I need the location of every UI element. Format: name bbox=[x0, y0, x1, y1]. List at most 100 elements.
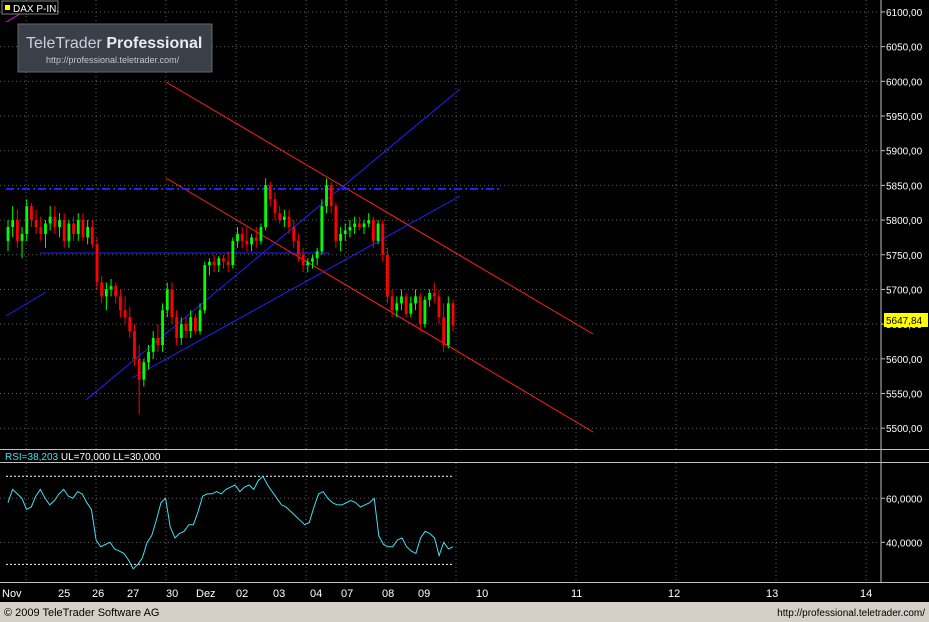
candle-body[interactable] bbox=[254, 237, 258, 241]
candle-body[interactable] bbox=[156, 338, 160, 345]
candle-body[interactable] bbox=[292, 227, 296, 241]
candle-body[interactable] bbox=[137, 358, 141, 380]
candle-body[interactable] bbox=[11, 220, 15, 227]
candle-body[interactable] bbox=[414, 296, 417, 304]
candle-body[interactable] bbox=[325, 185, 328, 207]
candle-body[interactable] bbox=[278, 213, 282, 221]
candle-body[interactable] bbox=[48, 216, 52, 224]
candle-body[interactable] bbox=[381, 223, 385, 255]
candle-body[interactable] bbox=[357, 223, 361, 227]
candle-body[interactable] bbox=[184, 324, 188, 332]
candle-body[interactable] bbox=[147, 351, 150, 363]
candle-body[interactable] bbox=[315, 251, 319, 259]
candle-body[interactable] bbox=[86, 227, 90, 238]
candle-body[interactable] bbox=[334, 206, 338, 241]
candle-body[interactable] bbox=[404, 296, 408, 314]
candle-body[interactable] bbox=[208, 261, 211, 266]
candle-body[interactable] bbox=[72, 223, 75, 234]
candle-body[interactable] bbox=[6, 227, 10, 241]
candle-body[interactable] bbox=[437, 296, 441, 318]
candle-body[interactable] bbox=[58, 220, 61, 227]
candle-body[interactable] bbox=[231, 240, 235, 266]
candle-body[interactable] bbox=[67, 223, 71, 241]
candle-body[interactable] bbox=[362, 223, 366, 227]
candle-body[interactable] bbox=[151, 338, 155, 352]
candle-body[interactable] bbox=[95, 244, 99, 283]
candle-body[interactable] bbox=[240, 233, 244, 241]
candle-body[interactable] bbox=[250, 237, 253, 245]
candle-body[interactable] bbox=[25, 206, 29, 234]
rsi-value-label: RSI=38,203 bbox=[5, 452, 59, 463]
candle-body[interactable] bbox=[142, 362, 146, 380]
candle-body[interactable] bbox=[395, 303, 399, 311]
candle-body[interactable] bbox=[348, 227, 352, 231]
candle-body[interactable] bbox=[217, 258, 221, 266]
candle-body[interactable] bbox=[198, 310, 202, 332]
candle-body[interactable] bbox=[212, 261, 216, 266]
candle-body[interactable] bbox=[245, 240, 249, 245]
candle-body[interactable] bbox=[400, 296, 403, 304]
candle-body[interactable] bbox=[175, 317, 179, 338]
candle-body[interactable] bbox=[390, 296, 394, 311]
candle-body[interactable] bbox=[282, 216, 286, 221]
candle-body[interactable] bbox=[226, 261, 230, 266]
candle-body[interactable] bbox=[161, 310, 164, 345]
candle-body[interactable] bbox=[320, 206, 324, 252]
candle-body[interactable] bbox=[287, 216, 291, 227]
candle-body[interactable] bbox=[81, 220, 85, 238]
candle-body[interactable] bbox=[343, 230, 347, 234]
candle-body[interactable] bbox=[165, 289, 169, 311]
y-tick-label: 5700,00 bbox=[886, 285, 923, 296]
candle-body[interactable] bbox=[53, 216, 57, 227]
candle-body[interactable] bbox=[34, 220, 38, 227]
candle-body[interactable] bbox=[133, 331, 136, 359]
candle-body[interactable] bbox=[123, 310, 127, 318]
candle-body[interactable] bbox=[428, 292, 431, 300]
candle-body[interactable] bbox=[301, 254, 305, 266]
candle-body[interactable] bbox=[353, 223, 357, 227]
watermark-title-part2: Professional bbox=[106, 35, 202, 52]
candle-body[interactable] bbox=[20, 233, 24, 241]
candle-body[interactable] bbox=[39, 227, 43, 234]
candle-body[interactable] bbox=[90, 227, 94, 245]
footer-url[interactable]: http://professional.teletrader.com/ bbox=[777, 608, 925, 619]
candle-body[interactable] bbox=[371, 220, 375, 241]
candle-body[interactable] bbox=[222, 258, 225, 262]
candle-body[interactable] bbox=[114, 285, 118, 297]
candle-body[interactable] bbox=[109, 285, 113, 290]
candle-body[interactable] bbox=[418, 296, 422, 325]
candle-body[interactable] bbox=[446, 303, 450, 345]
candle-body[interactable] bbox=[128, 317, 132, 332]
candle-body[interactable] bbox=[339, 233, 342, 241]
candle-body[interactable] bbox=[189, 317, 193, 332]
candle-body[interactable] bbox=[451, 303, 455, 326]
candle-body[interactable] bbox=[62, 220, 66, 241]
candle-body[interactable] bbox=[119, 296, 122, 311]
candle-body[interactable] bbox=[297, 240, 300, 255]
candle-body[interactable] bbox=[193, 317, 197, 332]
candle-body[interactable] bbox=[432, 292, 436, 297]
candle-body[interactable] bbox=[44, 223, 47, 234]
candle-body[interactable] bbox=[273, 199, 277, 214]
candle-body[interactable] bbox=[15, 220, 19, 241]
candle-body[interactable] bbox=[376, 223, 380, 241]
candle-body[interactable] bbox=[311, 258, 314, 262]
candle-body[interactable] bbox=[100, 282, 104, 297]
candle-body[interactable] bbox=[423, 299, 427, 325]
candle-body[interactable] bbox=[76, 220, 80, 234]
candle-body[interactable] bbox=[170, 289, 174, 318]
candle-body[interactable] bbox=[367, 220, 371, 224]
candle-body[interactable] bbox=[306, 261, 310, 266]
candle-body[interactable] bbox=[268, 185, 272, 200]
candle-body[interactable] bbox=[236, 233, 239, 241]
candle-body[interactable] bbox=[179, 324, 183, 338]
candle-body[interactable] bbox=[442, 317, 446, 345]
candle-body[interactable] bbox=[203, 265, 207, 311]
candle-body[interactable] bbox=[264, 185, 268, 227]
candle-body[interactable] bbox=[409, 303, 413, 314]
candle-body[interactable] bbox=[329, 185, 333, 207]
candle-body[interactable] bbox=[104, 289, 108, 297]
candle-body[interactable] bbox=[259, 227, 263, 241]
candle-body[interactable] bbox=[386, 254, 389, 297]
candle-body[interactable] bbox=[30, 206, 33, 221]
